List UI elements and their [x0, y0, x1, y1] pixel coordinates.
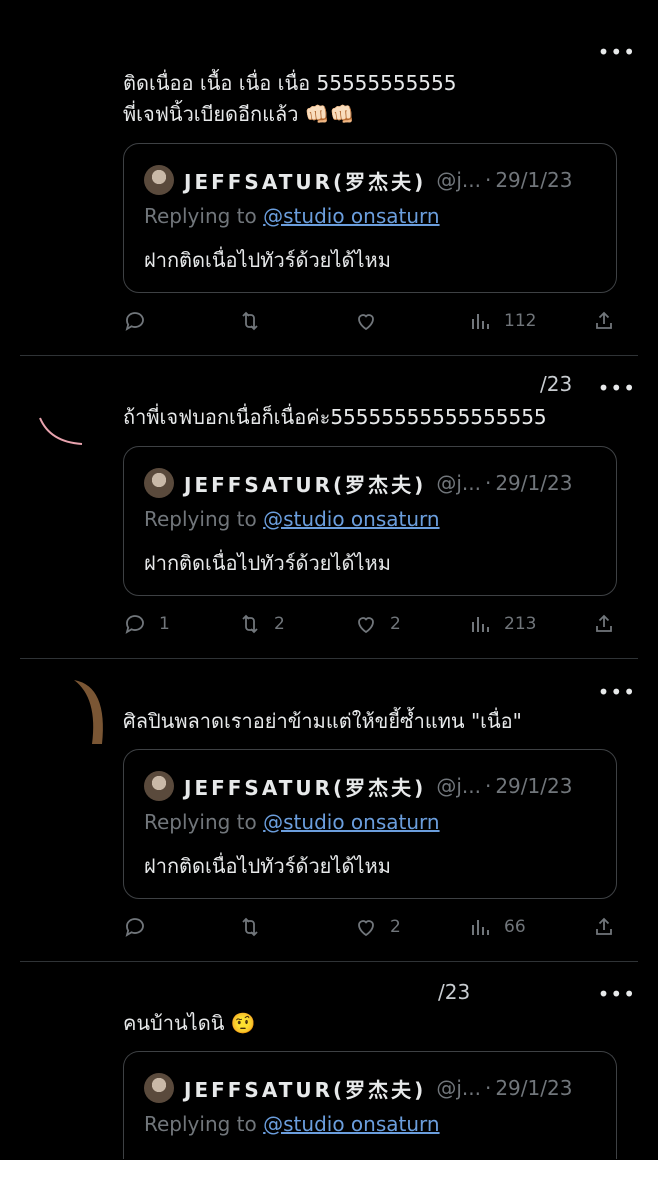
- reply-icon: [125, 615, 144, 634]
- separator-dot: ·: [484, 471, 492, 495]
- quoted-author-name[interactable]: JEFFSATUR(罗杰夫): [184, 772, 426, 801]
- bottom-edge: [0, 1160, 658, 1200]
- more-options-icon[interactable]: •••: [598, 984, 636, 1004]
- quoted-date[interactable]: 29/1/23: [495, 471, 572, 495]
- quoted-date[interactable]: 29/1/23: [495, 168, 572, 192]
- heart-icon: [358, 920, 374, 937]
- tweet-text: ติดเนื่ออ เนื้อ เนื่อ เนื่อ 55555555555 …: [123, 71, 457, 126]
- retweet-icon: [242, 614, 258, 634]
- views-button[interactable]: 213: [468, 609, 536, 639]
- quoted-author-name[interactable]: JEFFSATUR(罗杰夫): [184, 1074, 426, 1103]
- divider: [20, 658, 638, 659]
- like-count: 2: [390, 917, 401, 937]
- action-bar: 112: [123, 306, 623, 336]
- views-icon: [472, 920, 489, 935]
- tweet-text: คนบ้านไดนิ 🤨: [123, 1011, 256, 1035]
- share-button[interactable]: [592, 306, 616, 336]
- quoted-tweet[interactable]: JEFFSATUR(罗杰夫) @j... · 29/1/23 Replying …: [123, 143, 617, 293]
- avatar[interactable]: [144, 165, 174, 195]
- replying-to: Replying to @studio onsaturn: [144, 507, 440, 531]
- views-count: 112: [504, 311, 537, 331]
- quoted-text: ฝากติดเนื่อไปทัวร์ด้วยได้ไหม: [144, 248, 391, 272]
- views-button[interactable]: 66: [468, 912, 526, 942]
- retweet-icon: [242, 917, 258, 937]
- tweet-text: ศิลปินพลาดเราอย่าข้ามแต่ให้ขยี้ซ้ำแทน "เ…: [123, 709, 522, 733]
- replying-to: Replying to @studio onsaturn: [144, 204, 440, 228]
- views-button[interactable]: 112: [468, 306, 536, 336]
- replying-to: Replying to @studio onsaturn: [144, 1112, 440, 1136]
- like-button[interactable]: [354, 306, 390, 336]
- share-button[interactable]: [592, 609, 616, 639]
- retweet-button[interactable]: [238, 912, 274, 942]
- reply-button[interactable]: [123, 912, 159, 942]
- share-button[interactable]: [592, 912, 616, 942]
- quoted-author-name[interactable]: JEFFSATUR(罗杰夫): [184, 166, 426, 195]
- reply-button[interactable]: 1: [123, 609, 170, 639]
- reply-icon: [125, 312, 144, 331]
- replying-prefix: Replying to: [144, 507, 264, 531]
- separator-dot: ·: [484, 1076, 492, 1100]
- reply-button[interactable]: [123, 306, 159, 336]
- quoted-author-handle[interactable]: @j...: [436, 774, 481, 798]
- replying-handle-link[interactable]: @studio onsaturn: [263, 204, 439, 228]
- heart-icon: [358, 314, 374, 331]
- replying-prefix: Replying to: [144, 204, 264, 228]
- avatar[interactable]: [144, 468, 174, 498]
- like-count: 2: [390, 614, 401, 634]
- replying-handle-link[interactable]: @studio onsaturn: [263, 507, 439, 531]
- like-button[interactable]: 2: [354, 609, 401, 639]
- quoted-tweet[interactable]: JEFFSATUR(罗杰夫) @j... · 29/1/23 Replying …: [123, 749, 617, 899]
- replying-handle-link[interactable]: @studio onsaturn: [263, 810, 439, 834]
- heart-icon: [358, 617, 374, 634]
- quoted-tweet[interactable]: JEFFSATUR(罗杰夫) @j... · 29/1/23 Replying …: [123, 1051, 617, 1159]
- quoted-text: ฝากติดเนื่อไปทัวร์ด้วยได้ไหม: [144, 551, 391, 575]
- separator-dot: ·: [484, 774, 492, 798]
- divider: [20, 961, 638, 962]
- tweet-text: ถ้าพี่เจฟบอกเนื่อก็เนื่อค่ะ5555555555555…: [123, 405, 547, 429]
- retweet-count: 2: [274, 614, 285, 634]
- replying-to: Replying to @studio onsaturn: [144, 810, 440, 834]
- more-options-icon[interactable]: •••: [598, 378, 636, 398]
- quoted-text: ฝากติดเนื่อไปทัวร์ด้วยได้ไหม: [144, 854, 391, 878]
- like-button[interactable]: 2: [354, 912, 401, 942]
- action-bar: 2 66: [123, 912, 623, 942]
- views-count: 66: [504, 917, 526, 937]
- quoted-date[interactable]: 29/1/23: [495, 774, 572, 798]
- more-options-icon[interactable]: •••: [598, 682, 636, 702]
- avatar[interactable]: [144, 771, 174, 801]
- replying-prefix: Replying to: [144, 1112, 264, 1136]
- reply-icon: [125, 918, 144, 937]
- more-options-icon[interactable]: •••: [598, 42, 636, 62]
- action-bar: 1 2 2 213: [123, 609, 623, 639]
- replying-handle-link[interactable]: @studio onsaturn: [263, 1112, 439, 1136]
- share-icon: [596, 614, 612, 632]
- quoted-author-name[interactable]: JEFFSATUR(罗杰夫): [184, 469, 426, 498]
- retweet-button[interactable]: 2: [238, 609, 285, 639]
- quoted-tweet[interactable]: JEFFSATUR(罗杰夫) @j... · 29/1/23 Replying …: [123, 446, 617, 596]
- views-icon: [472, 314, 489, 329]
- tweet-header-partial: /23: [438, 980, 471, 1004]
- avatar[interactable]: [38, 412, 88, 446]
- replying-prefix: Replying to: [144, 810, 264, 834]
- avatar[interactable]: [144, 1073, 174, 1103]
- quoted-author-handle[interactable]: @j...: [436, 168, 481, 192]
- divider: [20, 355, 638, 356]
- share-icon: [596, 311, 612, 329]
- reply-count: 1: [159, 614, 170, 634]
- retweet-button[interactable]: [238, 306, 274, 336]
- quoted-author-handle[interactable]: @j...: [436, 471, 481, 495]
- separator-dot: ·: [484, 168, 492, 192]
- share-icon: [596, 917, 612, 935]
- quoted-author-handle[interactable]: @j...: [436, 1076, 481, 1100]
- views-icon: [472, 617, 489, 632]
- avatar[interactable]: [72, 678, 112, 748]
- views-count: 213: [504, 614, 537, 634]
- tweet-header-partial: /23: [540, 372, 573, 396]
- quoted-date[interactable]: 29/1/23: [495, 1076, 572, 1100]
- retweet-icon: [242, 311, 258, 331]
